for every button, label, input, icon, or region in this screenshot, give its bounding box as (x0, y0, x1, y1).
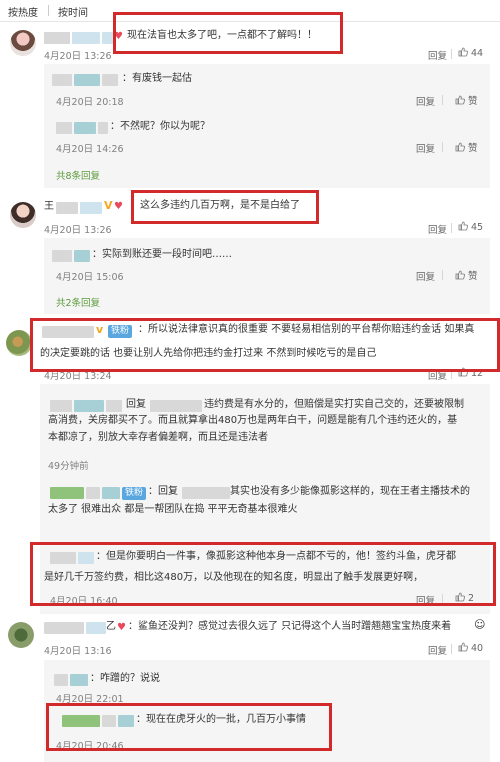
reply-button[interactable]: 回复 (428, 643, 447, 657)
blurred-username (150, 400, 202, 412)
blurred-username (72, 32, 100, 44)
thumbs-up-icon (458, 221, 468, 231)
blurred-username (56, 122, 72, 134)
reply-text: 违约费是有水分的，但赔偿是实打实自己交的，还要被限制 (204, 399, 464, 410)
like-button[interactable]: 44 (458, 47, 483, 59)
reply-time: 49分钟前 (48, 461, 89, 472)
reply-text-line2: 高消费，关房都买不了。而且就算拿出480万也是两年白干，问题是能有几个违约还火的… (48, 415, 458, 426)
thumbs-up-icon (458, 642, 468, 652)
like-count: 40 (471, 643, 484, 654)
like-count: 赞 (468, 143, 478, 154)
reply-time: 4月20日 15:06 (56, 272, 124, 283)
highlight-box (46, 703, 332, 751)
comment-time: 4月20日 13:26 (44, 51, 112, 62)
avatar[interactable] (10, 202, 36, 228)
blurred-username (74, 74, 100, 86)
reply-text: ：有废钱一起估 (122, 73, 192, 84)
blurred-username (44, 622, 84, 634)
sort-by-time-tab[interactable]: 按时间 (58, 4, 88, 19)
verified-badge: V (104, 199, 113, 212)
blurred-username (86, 487, 100, 499)
divider (442, 95, 443, 105)
blurred-username (56, 202, 78, 214)
divider (451, 49, 452, 59)
sort-by-hot-tab[interactable]: 按热度 (8, 4, 38, 19)
blurred-username (52, 250, 72, 262)
like-button[interactable]: 赞 (455, 268, 478, 282)
blurred-username (98, 122, 108, 134)
comment-text: ：鲨鱼还没判？感觉过去很久远了 只记得这个人当时蹭翘翘宝宝热度来着 (128, 621, 452, 632)
blurred-username (74, 400, 104, 412)
blurred-username (74, 250, 90, 262)
thumbs-up-icon (455, 270, 465, 280)
divider (451, 644, 452, 654)
blurred-username (74, 122, 96, 134)
emoji-icon: ☺ (474, 618, 486, 631)
blurred-username (50, 487, 84, 499)
reply-button[interactable]: 回复 (428, 48, 447, 62)
reply-button[interactable]: 回复 (428, 222, 447, 236)
heart-icon: ♥ (114, 201, 123, 212)
reply-button[interactable]: 回复 (416, 94, 435, 108)
blurred-username (102, 487, 120, 499)
blurred-username (70, 674, 88, 686)
reply-text-line3: 本都凉了，别放大幸存者偏差啊，而且还是违法者 (48, 432, 268, 443)
reply-text: 其实也没有多少能像孤影这样的，现在王者主播技术的 (230, 486, 470, 497)
blurred-username (182, 487, 230, 499)
reply-text-line2: 太多了 很难出众 都是一帮团队在捣 平平无奇基本很难火 (48, 504, 298, 515)
divider (451, 223, 452, 233)
blurred-username (52, 74, 72, 86)
divider (442, 142, 443, 152)
reply-text: ：实际到账还要一段时间吧…… (92, 249, 232, 260)
blurred-username (54, 674, 68, 686)
username-suffix[interactable]: 乙 (106, 619, 116, 635)
avatar[interactable] (8, 622, 34, 648)
comment-time: 4月20日 13:26 (44, 225, 112, 236)
reply-text: ：不然呢？你以为呢？ (110, 121, 210, 132)
divider (48, 5, 49, 16)
like-count: 44 (471, 48, 484, 59)
highlight-box (30, 542, 496, 606)
blurred-username (106, 400, 122, 412)
thumbs-up-icon (455, 95, 465, 105)
highlight-box (113, 12, 343, 54)
like-button[interactable]: 45 (458, 221, 483, 233)
reply-time: 4月20日 14:26 (56, 144, 124, 155)
like-count: 45 (471, 222, 484, 233)
reply-text: ：咋蹭的？说说 (90, 673, 160, 684)
divider (442, 270, 443, 280)
like-button[interactable]: 赞 (455, 140, 478, 154)
reply-prefix[interactable]: 回复 (126, 397, 146, 413)
fan-badge: 铁粉 (122, 487, 147, 500)
blurred-username (80, 202, 102, 214)
blurred-username (86, 622, 106, 634)
reply-time: 4月20日 20:18 (56, 97, 124, 108)
more-replies-link[interactable]: 共8条回复 (56, 168, 100, 182)
like-count: 赞 (468, 96, 478, 107)
comment-time: 4月20日 13:16 (44, 646, 112, 657)
heart-icon: ♥ (117, 622, 126, 633)
like-count: 赞 (468, 271, 478, 282)
reply-prefix[interactable]: ：回复 (148, 484, 178, 500)
blurred-username (102, 74, 118, 86)
avatar[interactable] (10, 30, 36, 56)
highlight-box (131, 190, 319, 224)
thumbs-up-icon (458, 47, 468, 57)
thumbs-up-icon (455, 142, 465, 152)
more-replies-link[interactable]: 共2条回复 (56, 295, 100, 309)
blurred-username (50, 400, 72, 412)
like-button[interactable]: 赞 (455, 93, 478, 107)
like-button[interactable]: 40 (458, 642, 483, 654)
highlight-box (30, 318, 500, 372)
blurred-username (44, 32, 70, 44)
reply-button[interactable]: 回复 (416, 269, 435, 283)
reply-button[interactable]: 回复 (416, 141, 435, 155)
avatar[interactable] (6, 330, 32, 356)
username[interactable]: 王 (44, 199, 54, 215)
